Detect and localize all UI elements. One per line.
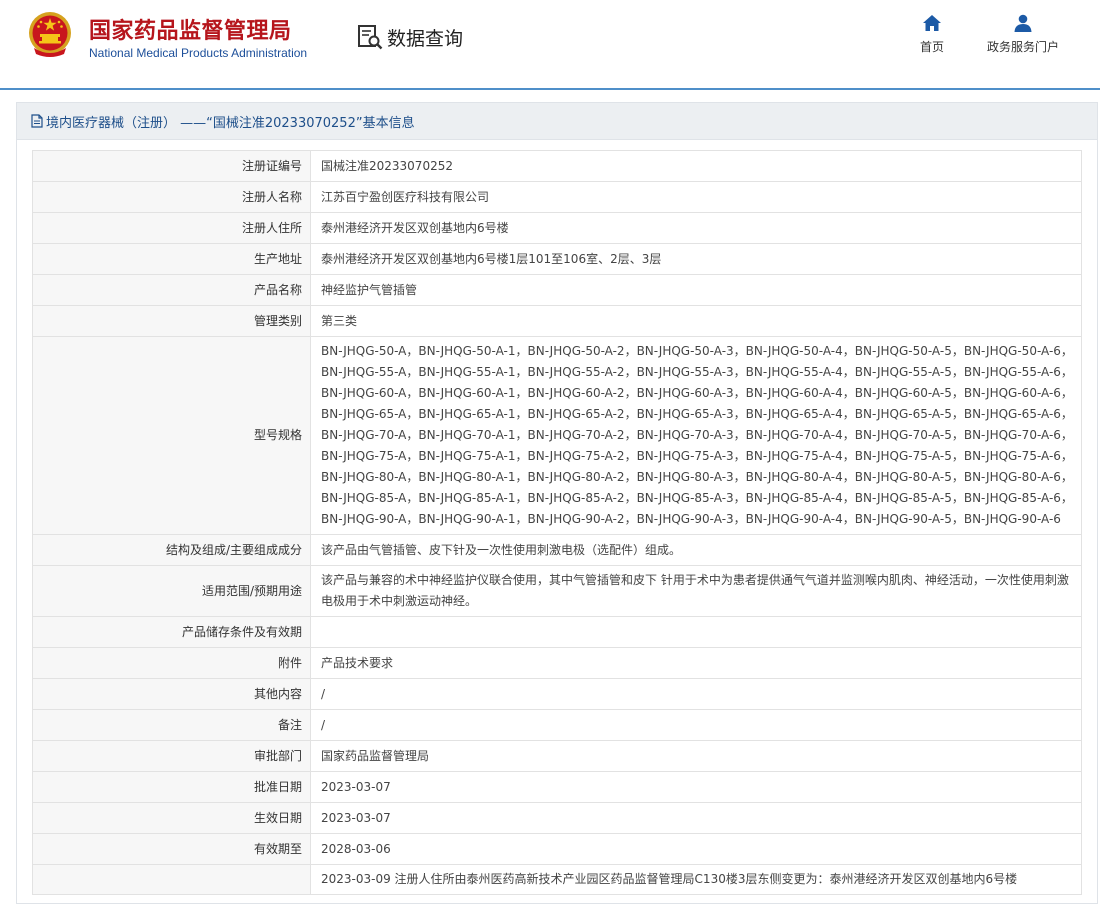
row-value: 该产品由气管插管、皮下针及一次性使用刺激电极（选配件）组成。 [310, 534, 1082, 566]
row-value: 江苏百宁盈创医疗科技有限公司 [310, 181, 1082, 213]
table-row: 管理类别 第三类 [32, 305, 1082, 337]
nav-service-portal[interactable]: 政务服务门户 [982, 14, 1064, 55]
home-icon [923, 15, 941, 31]
row-label: 有效期至 [32, 833, 311, 865]
row-value: 产品技术要求 [310, 647, 1082, 679]
table-row: 有效期至 2028-03-06 [32, 833, 1082, 865]
table-row: 注册人住所 泰州港经济开发区双创基地内6号楼 [32, 212, 1082, 244]
registration-info-table: 注册证编号 国械注准20233070252 注册人名称 江苏百宁盈创医疗科技有限… [32, 150, 1082, 895]
row-label: 附件 [32, 647, 311, 679]
table-row: 附件 产品技术要求 [32, 647, 1082, 679]
row-label [32, 864, 311, 895]
table-row: 生产地址 泰州港经济开发区双创基地内6号楼1层101至106室、2层、3层 [32, 243, 1082, 275]
row-value: 2028-03-06 [310, 833, 1082, 865]
table-row: 型号规格 BN-JHQG-50-A，BN-JHQG-50-A-1，BN-JHQG… [32, 336, 1082, 535]
table-row: 结构及组成/主要组成成分 该产品由气管插管、皮下针及一次性使用刺激电极（选配件）… [32, 534, 1082, 566]
row-value: / [310, 678, 1082, 710]
row-label: 其他内容 [32, 678, 311, 710]
row-label: 生产地址 [32, 243, 311, 275]
row-label: 结构及组成/主要组成成分 [32, 534, 311, 566]
table-row: 产品名称 神经监护气管插管 [32, 274, 1082, 306]
row-value: / [310, 709, 1082, 741]
row-label: 型号规格 [32, 336, 311, 535]
table-row: 批准日期 2023-03-07 [32, 771, 1082, 803]
row-label: 批准日期 [32, 771, 311, 803]
data-query-icon [358, 25, 383, 50]
site-header: 国家药品监督管理局 National Medical Products Admi… [0, 0, 1100, 90]
brand-title-en: National Medical Products Administration [89, 46, 308, 60]
data-query-label: 数据查询 [387, 27, 464, 50]
table-row: 生效日期 2023-03-07 [32, 802, 1082, 834]
row-value [310, 616, 1082, 648]
row-value: 神经监护气管插管 [310, 274, 1082, 306]
table-row: 注册人名称 江苏百宁盈创医疗科技有限公司 [32, 181, 1082, 213]
table-row: 其他内容 / [32, 678, 1082, 710]
row-label: 产品储存条件及有效期 [32, 616, 311, 648]
panel-title-bar: 境内医疗器械（注册） ——“国械注准20233070252”基本信息 [17, 103, 1097, 140]
row-label: 适用范围/预期用途 [32, 565, 311, 617]
nav-home[interactable]: 首页 [917, 14, 947, 55]
row-label: 审批部门 [32, 740, 311, 772]
row-value: 该产品与兼容的术中神经监护仪联合使用，其中气管插管和皮下 针用于术中为患者提供通… [310, 565, 1082, 617]
nav-home-label: 首页 [919, 40, 944, 54]
row-label: 备注 [32, 709, 311, 741]
row-label: 注册人住所 [32, 212, 311, 244]
table-row: 2023-03-09 注册人住所由泰州医药高新技术产业园区药品监督管理局C130… [32, 864, 1082, 895]
row-label: 生效日期 [32, 802, 311, 834]
data-query-heading: 数据查询 [356, 22, 463, 52]
panel-title: 境内医疗器械（注册） ——“国械注准20233070252”基本信息 [46, 115, 415, 131]
table-row: 注册证编号 国械注准20233070252 [32, 150, 1082, 182]
nav-service-portal-label: 政务服务门户 [986, 40, 1059, 54]
row-value: 2023-03-07 [310, 771, 1082, 803]
row-label: 管理类别 [32, 305, 311, 337]
user-icon [1014, 14, 1032, 32]
row-label: 注册人名称 [32, 181, 311, 213]
brand-title-cn: 国家药品监督管理局 [89, 19, 292, 44]
row-label: 产品名称 [32, 274, 311, 306]
row-value: 2023-03-09 注册人住所由泰州医药高新技术产业园区药品监督管理局C130… [310, 864, 1082, 895]
national-emblem-icon [29, 12, 71, 57]
row-value: 泰州港经济开发区双创基地内6号楼 [310, 212, 1082, 244]
row-label: 注册证编号 [32, 150, 311, 182]
document-icon [31, 114, 43, 128]
detail-panel: 境内医疗器械（注册） ——“国械注准20233070252”基本信息 注册证编号… [16, 102, 1098, 904]
table-row: 审批部门 国家药品监督管理局 [32, 740, 1082, 772]
row-value: 国家药品监督管理局 [310, 740, 1082, 772]
row-value: 2023-03-07 [310, 802, 1082, 834]
table-row: 适用范围/预期用途 该产品与兼容的术中神经监护仪联合使用，其中气管插管和皮下 针… [32, 565, 1082, 617]
table-row: 备注 / [32, 709, 1082, 741]
row-value: 第三类 [310, 305, 1082, 337]
row-value: BN-JHQG-50-A，BN-JHQG-50-A-1，BN-JHQG-50-A… [310, 336, 1082, 535]
row-value: 泰州港经济开发区双创基地内6号楼1层101至106室、2层、3层 [310, 243, 1082, 275]
row-value: 国械注准20233070252 [310, 150, 1082, 182]
table-row: 产品储存条件及有效期 [32, 616, 1082, 648]
